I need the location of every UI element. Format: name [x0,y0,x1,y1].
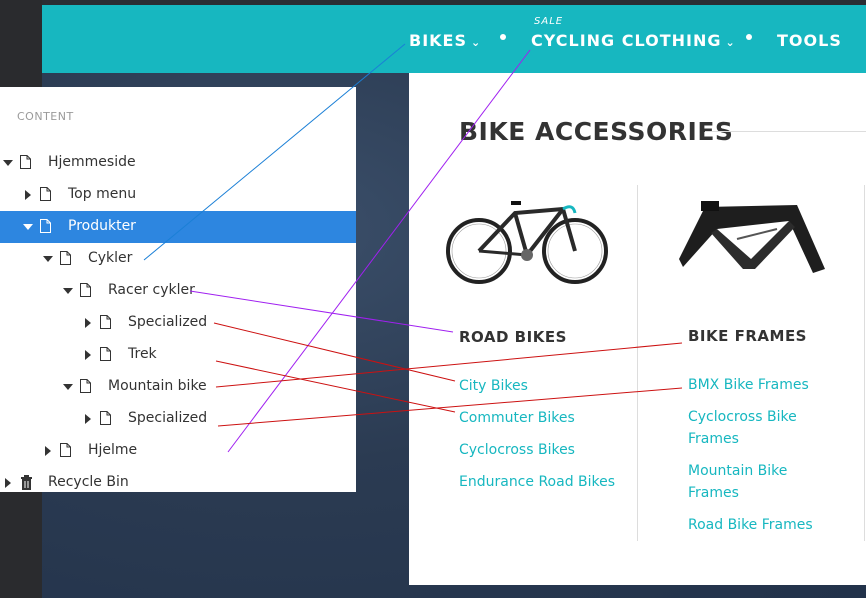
panel-title: BIKE ACCESSORIES [459,117,734,146]
tree-node-label: Trek [128,346,157,362]
caret-down-icon[interactable] [63,384,73,390]
tree-node[interactable]: Specialized [0,403,356,435]
tree-node[interactable]: Trek [0,339,356,371]
caret-right-icon[interactable] [45,446,51,456]
chevron-down-icon: ⌄ [471,36,482,49]
category-heading-bike-frames[interactable]: BIKE FRAMES [688,327,807,345]
tree-node-label: Hjelme [88,442,138,458]
tree-node[interactable]: Specialized [0,307,356,339]
link-cyclocross-bike-frames[interactable]: Cyclocross Bike Frames [688,406,808,450]
category-heading-road-bikes[interactable]: ROAD BIKES [459,328,567,346]
caret-down-icon[interactable] [43,256,53,262]
tree-node[interactable]: Cykler [0,243,356,275]
caret-right-icon[interactable] [25,190,31,200]
tree-node-label: Cykler [88,250,133,266]
caret-down-icon[interactable] [3,160,13,166]
sale-badge: SALE [534,16,564,27]
tree-node-label: Hjemmeside [48,154,136,170]
tree-node-label: Top menu [68,186,137,202]
title-divider [705,131,866,132]
nav-item-tools[interactable]: TOOLS [777,31,842,50]
tree-node[interactable]: Recycle Bin [0,467,356,499]
document-icon [40,219,51,233]
road-bike-image[interactable] [445,191,609,285]
document-icon [40,187,51,201]
document-icon [100,411,111,425]
link-commuter-bikes[interactable]: Commuter Bikes [459,407,575,429]
tree-node-label: Specialized [128,314,208,330]
caret-right-icon[interactable] [5,478,11,488]
link-road-bike-frames[interactable]: Road Bike Frames [688,514,838,536]
link-endurance-road-bikes[interactable]: Endurance Road Bikes [459,471,615,493]
tree-header: CONTENT [17,110,74,123]
caret-right-icon[interactable] [85,350,91,360]
nav-item-cycling-clothing[interactable]: CYCLING CLOTHING ⌄ [531,31,736,50]
nav-label: CYCLING CLOTHING [531,31,722,50]
chevron-down-icon: ⌄ [725,36,736,49]
nav-item-bikes[interactable]: BIKES ⌄ [409,31,481,50]
tree-node-label: Recycle Bin [48,474,129,490]
top-navigation: BIKES ⌄ SALE CYCLING CLOTHING ⌄ TOOLS [42,5,866,73]
link-bmx-bike-frames[interactable]: BMX Bike Frames [688,374,828,396]
nav-label: BIKES [409,31,467,50]
tree-node-label: Mountain bike [108,378,207,394]
column-divider [864,185,865,541]
tree-node[interactable]: Hjelme [0,435,356,467]
caret-right-icon[interactable] [85,414,91,424]
nav-label: TOOLS [777,31,842,50]
document-icon [60,443,71,457]
caret-right-icon[interactable] [85,318,91,328]
document-icon [100,315,111,329]
document-icon [80,379,91,393]
link-city-bikes[interactable]: City Bikes [459,375,528,397]
document-icon [80,283,91,297]
trash-icon [20,475,32,490]
nav-separator-dot [746,34,752,40]
column-divider [637,185,638,541]
caret-down-icon[interactable] [63,288,73,294]
link-cyclocross-bikes[interactable]: Cyclocross Bikes [459,439,575,461]
caret-down-icon[interactable] [23,224,33,230]
document-icon [100,347,111,361]
document-icon [60,251,71,265]
content-tree-panel: CONTENT Hjemmeside Top menu Produkter Cykle… [0,87,356,492]
tree-node[interactable]: Produkter [0,211,356,243]
document-icon [20,155,31,169]
nav-separator-dot [500,34,506,40]
tree-node[interactable]: Racer cykler [0,275,356,307]
tree-node[interactable]: Mountain bike [0,371,356,403]
tree-node[interactable]: Hjemmeside [0,147,356,179]
bike-frame-image[interactable] [677,199,829,281]
tree-node[interactable]: Top menu [0,179,356,211]
mega-menu-panel: BIKE ACCESSORIES ROAD BIKES BIKE FRAMES … [409,73,866,585]
tree-node-label: Produkter [68,218,136,234]
tree-node-label: Specialized [128,410,208,426]
tree-node-label: Racer cykler [108,282,195,298]
link-mountain-bike-frames[interactable]: Mountain Bike Frames [688,460,808,504]
